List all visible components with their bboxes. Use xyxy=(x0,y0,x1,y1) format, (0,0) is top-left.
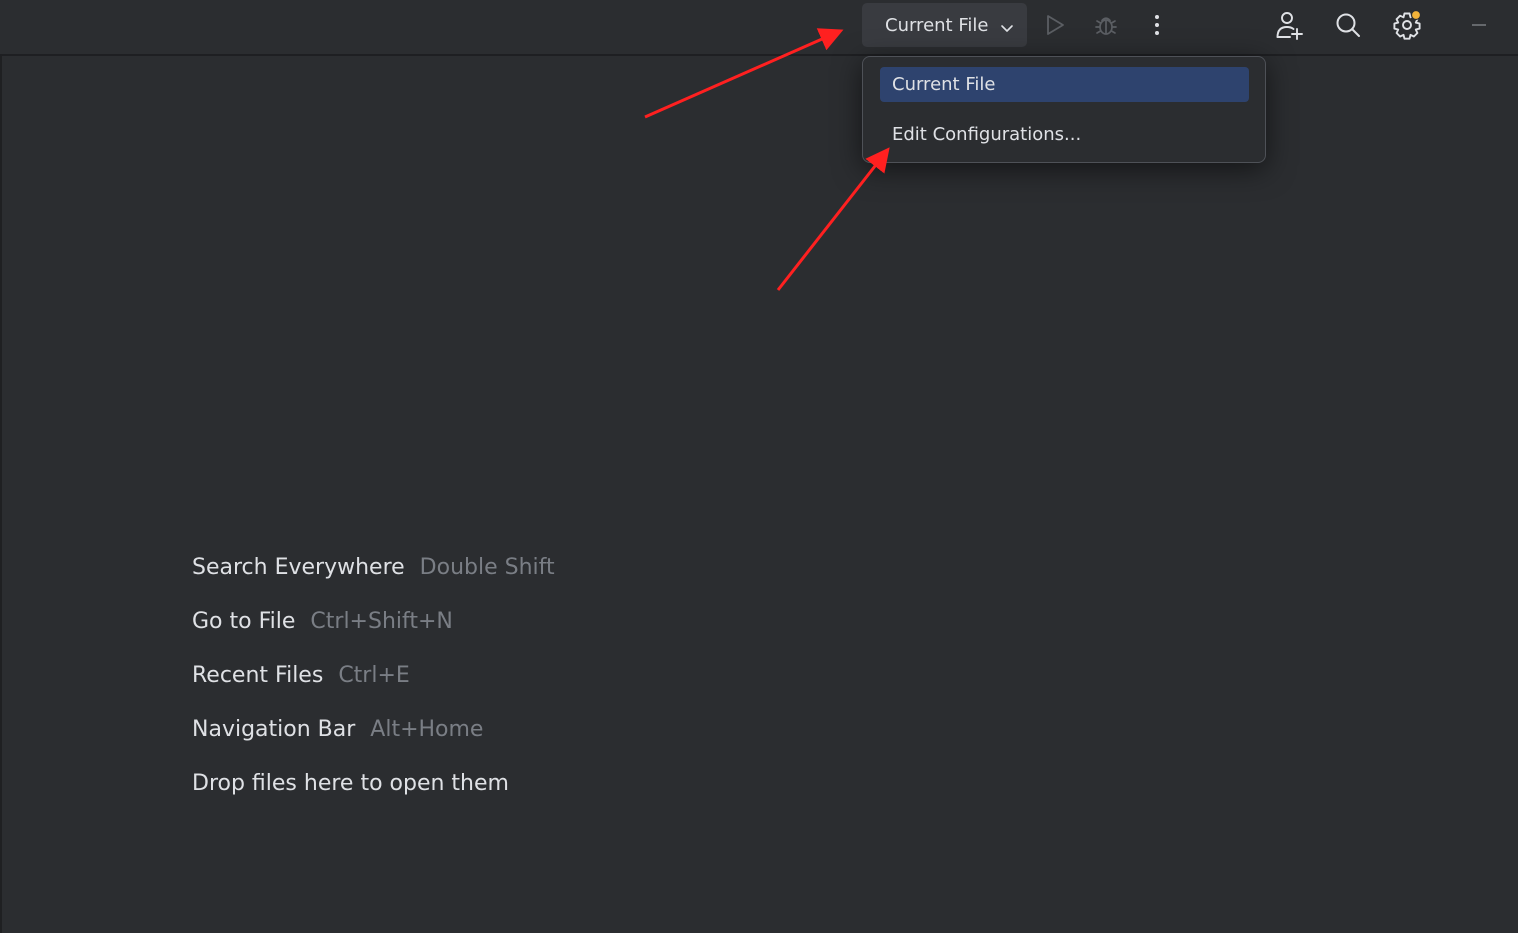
hint-action: Navigation Bar xyxy=(192,716,356,742)
run-configuration-label: Current File xyxy=(885,14,989,36)
user-plus-icon xyxy=(1274,9,1304,41)
hint-action: Search Everywhere xyxy=(192,554,405,580)
minimize-button[interactable] xyxy=(1461,6,1497,44)
debug-button[interactable] xyxy=(1088,6,1124,44)
hint-recent-files: Recent Files Ctrl+E xyxy=(192,648,555,702)
menu-item-edit-configurations[interactable]: Edit Configurations... xyxy=(880,117,1249,152)
chevron-down-icon xyxy=(1000,19,1014,38)
menu-item-label: Current File xyxy=(892,74,996,95)
hint-search-everywhere: Search Everywhere Double Shift xyxy=(192,540,555,594)
hint-action: Recent Files xyxy=(192,662,324,688)
hint-action: Drop files here to open them xyxy=(192,770,509,796)
run-button[interactable] xyxy=(1037,6,1073,44)
more-vertical-icon xyxy=(1153,13,1161,37)
gear-icon xyxy=(1391,9,1423,41)
search-icon xyxy=(1334,11,1362,39)
run-configuration-popup: Current File Edit Configurations... xyxy=(862,56,1266,163)
menu-item-label: Edit Configurations... xyxy=(892,124,1082,145)
hint-shortcut: Alt+Home xyxy=(370,716,484,742)
add-user-button[interactable] xyxy=(1271,6,1307,44)
minimize-icon xyxy=(1470,16,1488,34)
run-configuration-dropdown[interactable]: Current File xyxy=(862,3,1027,47)
hint-action: Go to File xyxy=(192,608,296,634)
hint-shortcut: Ctrl+E xyxy=(338,662,410,688)
main-toolbar: Current File xyxy=(0,0,1518,56)
bug-icon xyxy=(1093,12,1119,38)
search-button[interactable] xyxy=(1330,6,1366,44)
ide-window: Current File Current File Edit Configura… xyxy=(0,0,1518,933)
empty-editor-hints: Search Everywhere Double Shift Go to Fil… xyxy=(192,540,555,810)
settings-button[interactable] xyxy=(1389,6,1425,44)
hint-shortcut: Double Shift xyxy=(419,554,555,580)
play-icon xyxy=(1044,13,1066,37)
hint-navigation-bar: Navigation Bar Alt+Home xyxy=(192,702,555,756)
hint-go-to-file: Go to File Ctrl+Shift+N xyxy=(192,594,555,648)
menu-item-current-file[interactable]: Current File xyxy=(880,67,1249,102)
hint-shortcut: Ctrl+Shift+N xyxy=(310,608,453,634)
more-actions-button[interactable] xyxy=(1139,6,1175,44)
hint-drop-files: Drop files here to open them xyxy=(192,756,555,810)
